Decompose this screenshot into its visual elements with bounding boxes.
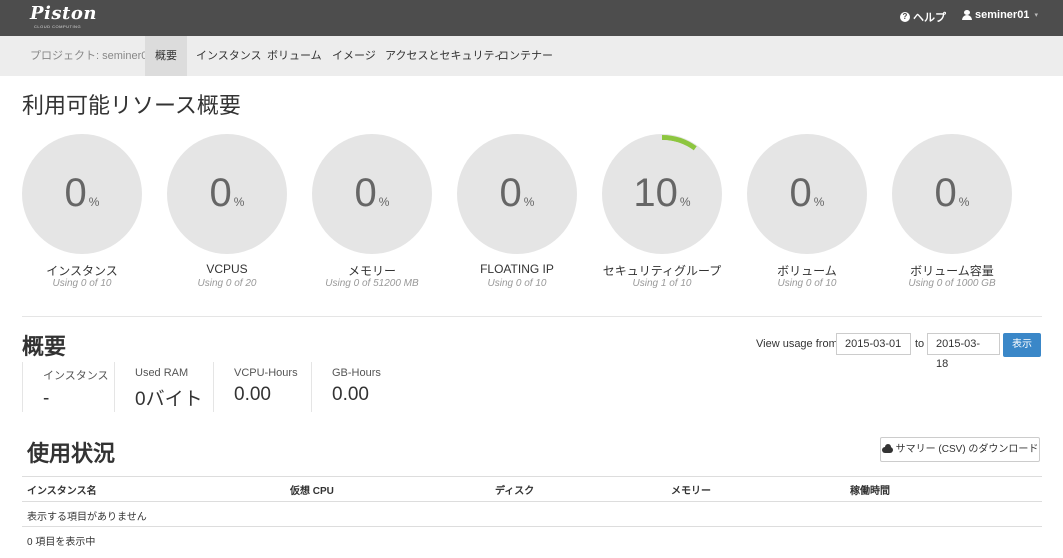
user-menu[interactable]: seminer01 ▾: [962, 9, 1038, 21]
pie-percent-symbol: %: [814, 195, 825, 209]
summary-heading: 概要: [22, 334, 67, 359]
table-header-border: [22, 501, 1042, 502]
stat-instances: インスタンス -: [22, 362, 114, 412]
column-header-memory[interactable]: メモリー: [671, 482, 711, 497]
pie-usage-text: Using 0 of 1000 GB: [908, 278, 996, 289]
help-link[interactable]: ? ヘルプ: [900, 9, 946, 25]
pie-memory: 0% メモリー Using 0 of 51200 MB: [312, 134, 432, 289]
view-usage-label: View usage from: [756, 338, 838, 350]
pie-value: 0: [65, 171, 87, 215]
tab-containers[interactable]: コンテナー: [498, 36, 553, 76]
stat-label: GB-Hours: [332, 367, 381, 379]
tab-instances[interactable]: インスタンス: [196, 36, 262, 76]
caret-down-icon: ▾: [1034, 12, 1038, 19]
pie-percent-symbol: %: [680, 195, 691, 209]
section-divider: [22, 316, 1042, 317]
tab-overview[interactable]: 概要: [145, 36, 187, 76]
pie-vcpus: 0% VCPUS Using 0 of 20: [167, 134, 287, 289]
pie-percent-symbol: %: [524, 195, 535, 209]
pie-instances: 0% インスタンス Using 0 of 10: [22, 134, 142, 289]
tab-images[interactable]: イメージ: [332, 36, 376, 76]
pie-percent-symbol: %: [89, 195, 100, 209]
pie-value: 0: [210, 171, 232, 215]
pie-chart: 10%: [602, 134, 722, 254]
stat-vcpu-hours: VCPU-Hours 0.00: [213, 362, 311, 412]
download-csv-button[interactable]: サマリー (CSV) のダウンロード: [880, 437, 1040, 462]
pie-percent-symbol: %: [959, 195, 970, 209]
user-icon: [962, 10, 972, 20]
logo-subtext: CLOUD COMPUTING: [34, 24, 82, 29]
logo-text: Piston: [30, 3, 97, 24]
column-header-instance-name[interactable]: インスタンス名: [27, 482, 97, 497]
pie-security-groups: 10% セキュリティグループ Using 1 of 10: [602, 134, 722, 289]
stat-value: -: [43, 388, 50, 409]
pie-volumes: 0% ボリューム Using 0 of 10: [747, 134, 867, 289]
pie-label: ボリューム容量: [910, 264, 994, 278]
user-label: seminer01: [975, 9, 1030, 21]
stat-gb-hours: GB-Hours 0.00: [311, 362, 401, 412]
resources-heading: 利用可能リソース概要: [22, 93, 241, 118]
column-header-disk[interactable]: ディスク: [495, 482, 534, 497]
pie-percent-symbol: %: [234, 195, 245, 209]
stat-used-ram: Used RAM 0バイト: [114, 362, 214, 412]
pie-chart: 0%: [22, 134, 142, 254]
pie-value: 10: [633, 171, 678, 215]
stat-label: Used RAM: [135, 367, 189, 379]
pie-chart: 0%: [457, 134, 577, 254]
to-label: to: [915, 338, 925, 350]
from-date-input[interactable]: 2015-03-01: [836, 333, 911, 355]
pie-value: 0: [790, 171, 812, 215]
column-header-vcpu[interactable]: 仮想 CPU: [290, 482, 334, 497]
empty-table-message: 表示する項目がありません: [27, 512, 147, 523]
pie-chart: 0%: [892, 134, 1012, 254]
to-date-input[interactable]: 2015-03-18: [927, 333, 1000, 370]
table-top-border: [22, 476, 1042, 477]
pie-value: 0: [355, 171, 377, 215]
top-bar: Piston CLOUD COMPUTING ? ヘルプ seminer01 ▾: [0, 0, 1063, 36]
pie-percent-symbol: %: [379, 195, 390, 209]
pie-value: 0: [500, 171, 522, 215]
pie-chart: 0%: [167, 134, 287, 254]
piston-logo[interactable]: Piston CLOUD COMPUTING: [30, 3, 96, 33]
stat-label: VCPU-Hours: [234, 367, 298, 379]
help-label: ヘルプ: [913, 12, 946, 24]
stat-value: 0.00: [332, 384, 369, 405]
download-label: サマリー (CSV) のダウンロード: [895, 444, 1039, 455]
table-bottom-border: [22, 526, 1042, 527]
tab-access-security[interactable]: アクセスとセキュリティ: [385, 36, 505, 76]
pie-volume-capacity: 0% ボリューム容量 Using 0 of 1000 GB: [892, 134, 1012, 289]
stat-value: 0.00: [234, 384, 271, 405]
project-selector[interactable]: プロジェクト: seminer01: [30, 36, 153, 76]
cloud-download-icon: [881, 444, 893, 453]
show-button[interactable]: 表示: [1003, 333, 1041, 357]
pie-floating-ip: 0% FLOATING IP Using 0 of 10: [457, 134, 577, 289]
nav-bar: プロジェクト: seminer01 概要 インスタンス ボリューム イメージ ア…: [0, 36, 1063, 76]
stat-value: 0バイト: [135, 389, 203, 410]
pie-chart: 0%: [747, 134, 867, 254]
tab-volumes[interactable]: ボリューム: [267, 36, 322, 76]
pie-chart: 0%: [312, 134, 432, 254]
stat-label: インスタンス: [43, 370, 109, 382]
item-count: 0 項目を表示中: [27, 537, 96, 548]
pie-value: 0: [935, 171, 957, 215]
usage-heading: 使用状況: [27, 441, 116, 466]
column-header-uptime[interactable]: 稼働時間: [850, 482, 890, 497]
question-circle-icon: ?: [900, 12, 910, 22]
